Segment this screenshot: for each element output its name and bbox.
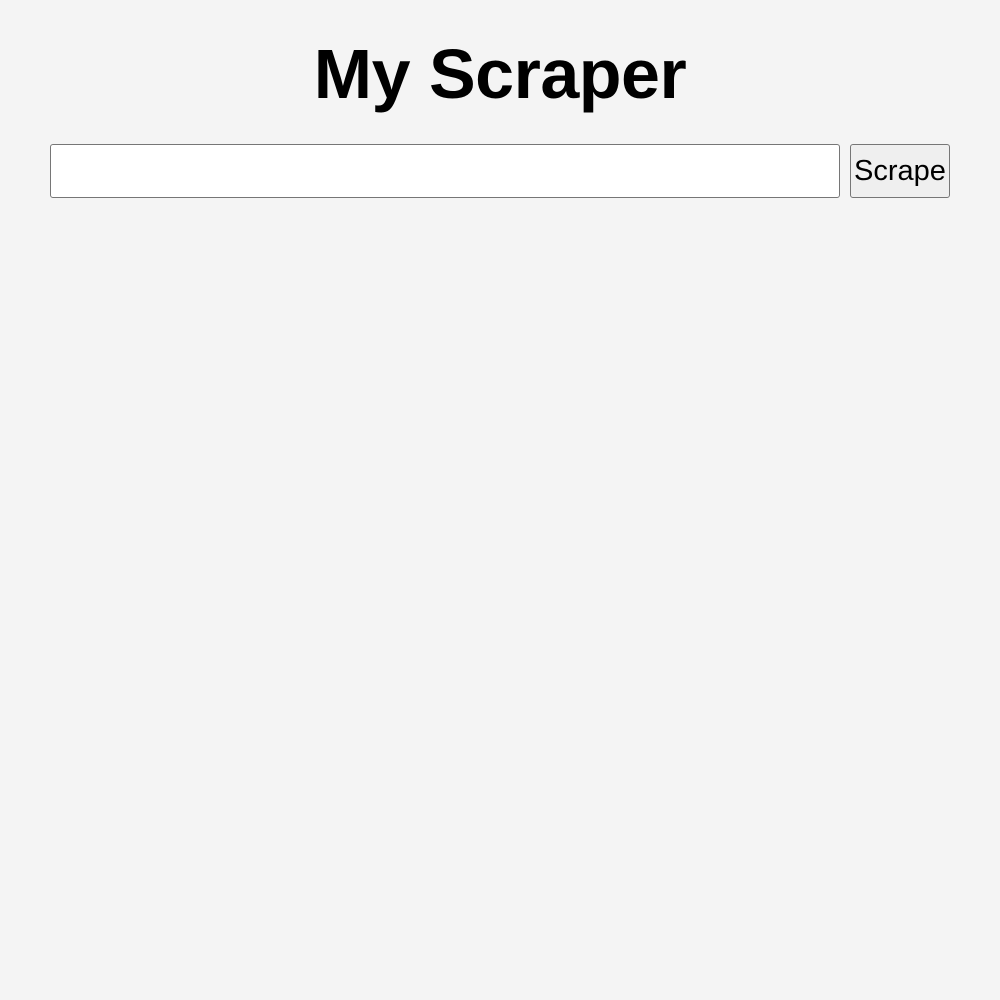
scrape-form: Scrape <box>50 144 950 198</box>
page: My Scraper Scrape <box>0 0 1000 1000</box>
url-input[interactable] <box>50 144 840 198</box>
scrape-button[interactable]: Scrape <box>850 144 950 198</box>
page-title: My Scraper <box>313 35 687 113</box>
